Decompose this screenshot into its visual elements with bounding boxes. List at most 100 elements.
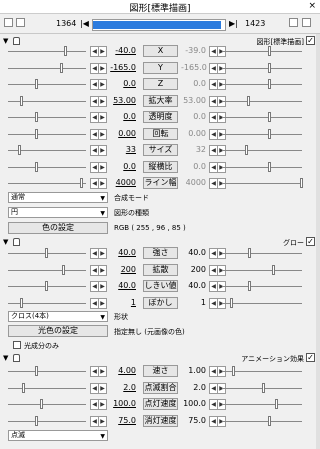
left-slider-thumb[interactable] — [64, 46, 67, 56]
scrollbar[interactable] — [316, 34, 320, 449]
right-slider-thumb[interactable] — [268, 62, 271, 73]
collapse-icon[interactable]: ▼ — [3, 354, 8, 362]
end-value[interactable]: 1 — [181, 298, 206, 307]
right-slider-track[interactable] — [222, 420, 302, 422]
left-slider-thumb[interactable] — [35, 128, 38, 139]
lock-icon[interactable] — [13, 238, 20, 246]
param-button[interactable]: 速さ — [143, 365, 178, 377]
right-slider-thumb[interactable] — [268, 46, 271, 56]
start-value[interactable]: 200 — [94, 265, 136, 274]
shape-type-select[interactable]: 円 ▼ — [8, 207, 108, 218]
param-button[interactable]: Z — [143, 78, 178, 90]
start-value[interactable]: 4.00 — [94, 366, 136, 375]
param-button[interactable]: Y — [143, 61, 178, 74]
start-value[interactable]: 4000 — [94, 178, 136, 187]
param-button[interactable]: 点滅割合 — [143, 381, 178, 394]
right-slider-track[interactable] — [222, 286, 302, 287]
param-button[interactable]: X — [143, 45, 178, 57]
end-value[interactable]: 40.0 — [181, 248, 206, 257]
prev-frame-button[interactable]: |◀ — [80, 19, 89, 28]
right-slider-thumb[interactable] — [268, 128, 271, 139]
enable-checkbox[interactable]: ✓ — [306, 353, 315, 362]
right-slider-thumb[interactable] — [245, 145, 248, 155]
left-slider-thumb[interactable] — [62, 264, 65, 275]
end-value[interactable]: -165.0 — [181, 63, 207, 72]
left-slider-track[interactable] — [8, 67, 86, 69]
end-value[interactable]: 1.00 — [181, 366, 206, 375]
end-value[interactable]: 0.00 — [181, 129, 206, 138]
left-slider-thumb[interactable] — [45, 248, 48, 258]
param-button[interactable]: 拡散 — [143, 263, 178, 276]
right-slider-track[interactable] — [222, 166, 302, 168]
start-value[interactable]: 40.0 — [94, 281, 136, 290]
left-slider-thumb[interactable] — [45, 281, 48, 291]
right-slider-thumb[interactable] — [262, 382, 265, 393]
start-value[interactable]: 2.0 — [94, 383, 136, 392]
left-slider-track[interactable] — [8, 133, 86, 135]
right-slider-thumb[interactable] — [268, 79, 271, 89]
start-value[interactable]: 40.0 — [94, 248, 136, 257]
left-slider-thumb[interactable] — [35, 112, 38, 122]
start-value[interactable]: 0.00 — [94, 129, 136, 138]
param-button[interactable]: サイズ — [143, 144, 178, 156]
end-value[interactable]: 32 — [181, 145, 206, 154]
right-slider-track[interactable] — [222, 183, 302, 184]
end-value[interactable]: 0.0 — [181, 79, 206, 88]
close-icon[interactable]: × — [308, 1, 316, 11]
left-slider-thumb[interactable] — [60, 62, 63, 73]
start-value[interactable]: 1 — [94, 298, 136, 307]
right-slider-thumb[interactable] — [268, 112, 271, 122]
lock-icon[interactable] — [13, 354, 20, 362]
left-slider-thumb[interactable] — [18, 145, 21, 155]
glow-shape-select[interactable]: クロス(4本) ▼ — [8, 311, 108, 322]
end-value[interactable]: 2.0 — [181, 383, 206, 392]
right-slider-thumb[interactable] — [268, 161, 271, 172]
left-slider-track[interactable] — [8, 420, 86, 422]
end-value[interactable]: -39.0 — [181, 46, 206, 55]
start-value[interactable]: 0.0 — [94, 79, 136, 88]
undo-icon[interactable] — [289, 18, 298, 27]
param-button[interactable]: 拡大率 — [143, 94, 178, 107]
end-value[interactable]: 0.0 — [181, 162, 206, 171]
left-slider-track[interactable] — [8, 117, 86, 118]
enable-checkbox[interactable]: ✓ — [306, 237, 315, 246]
right-slider-thumb[interactable] — [268, 415, 271, 426]
left-slider-thumb[interactable] — [40, 399, 43, 409]
start-value[interactable]: 0.0 — [94, 112, 136, 121]
right-slider-thumb[interactable] — [248, 248, 251, 258]
right-slider-track[interactable] — [222, 84, 302, 85]
right-slider-track[interactable] — [222, 269, 302, 271]
left-slider-track[interactable] — [8, 371, 86, 372]
end-value[interactable]: 4000 — [181, 178, 206, 187]
right-slider-track[interactable] — [222, 67, 302, 69]
param-button[interactable]: しきい値 — [143, 280, 178, 292]
right-slider-track[interactable] — [222, 100, 302, 102]
start-value[interactable]: -40.0 — [94, 46, 136, 55]
end-value[interactable]: 100.0 — [181, 399, 206, 408]
right-slider-thumb[interactable] — [230, 297, 233, 308]
param-button[interactable]: 回転 — [143, 127, 178, 140]
right-slider-track[interactable] — [222, 253, 302, 254]
param-button[interactable]: 強さ — [143, 247, 178, 259]
next-frame-button[interactable]: ▶| — [229, 19, 238, 28]
left-slider-track[interactable] — [8, 387, 86, 389]
left-slider-thumb[interactable] — [22, 382, 25, 393]
start-value[interactable]: 75.0 — [94, 416, 136, 425]
right-slider-thumb[interactable] — [248, 281, 251, 291]
right-slider-thumb[interactable] — [247, 95, 250, 106]
left-slider-thumb[interactable] — [35, 161, 38, 172]
start-value[interactable]: -165.0 — [94, 63, 136, 72]
end-value[interactable]: 75.0 — [181, 416, 206, 425]
animation-type-select[interactable]: 点滅 ▼ — [8, 430, 108, 441]
start-value[interactable]: 100.0 — [94, 399, 136, 408]
param-button[interactable]: 消灯速度 — [143, 414, 178, 427]
param-button[interactable]: 縦横比 — [143, 160, 178, 173]
right-slider-track[interactable] — [222, 51, 302, 52]
left-slider-thumb[interactable] — [35, 415, 38, 426]
end-value[interactable]: 40.0 — [181, 281, 206, 290]
right-slider-thumb[interactable] — [275, 399, 278, 409]
end-value[interactable]: 200 — [181, 265, 206, 274]
right-slider-thumb[interactable] — [232, 366, 235, 376]
left-slider-track[interactable] — [8, 404, 86, 405]
left-slider-track[interactable] — [8, 84, 86, 85]
